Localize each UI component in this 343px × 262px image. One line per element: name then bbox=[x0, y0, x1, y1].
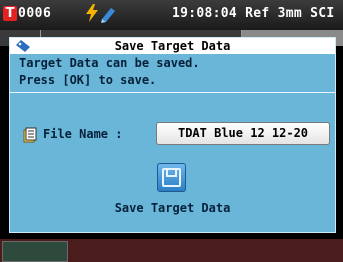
floppy-disk-icon bbox=[162, 168, 181, 187]
save-button-label: Save Target Data bbox=[114, 201, 231, 215]
pen-icon bbox=[101, 8, 115, 23]
target-number: 0006 bbox=[18, 6, 52, 21]
save-button[interactable] bbox=[157, 163, 186, 192]
file-icon bbox=[23, 127, 37, 143]
status-bar: T 0006 19:08:04 Ref 3mm SCI bbox=[0, 0, 343, 30]
dialog-title-text: Save Target Data bbox=[114, 39, 231, 53]
target-badge: T bbox=[3, 6, 17, 21]
dialog-message-line2: Press [OK] to save. bbox=[19, 73, 157, 87]
footer-tab bbox=[2, 241, 68, 262]
dialog-message-line1: Target Data can be saved. bbox=[19, 56, 200, 70]
time-info: 19:08:04 Ref 3mm SCI bbox=[172, 6, 335, 21]
file-name-field[interactable]: TDAT Blue 12 12-20 bbox=[156, 122, 330, 145]
tag-icon bbox=[16, 40, 30, 52]
dialog-divider bbox=[10, 92, 335, 93]
file-name-label: File Name : bbox=[43, 127, 123, 141]
save-target-dialog: Save Target Data Target Data can be save… bbox=[9, 37, 336, 233]
background-footer bbox=[0, 239, 343, 262]
dialog-title: Save Target Data bbox=[10, 38, 335, 54]
